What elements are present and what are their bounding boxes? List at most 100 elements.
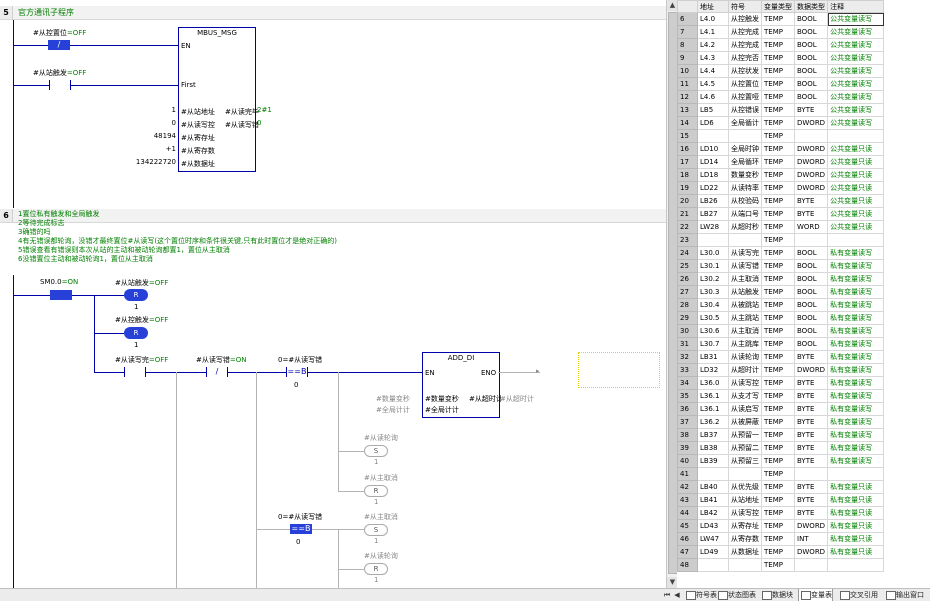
cell-address[interactable]: L4.6 <box>697 90 729 104</box>
cell-var-type[interactable]: TEMP <box>761 246 795 260</box>
cell-address[interactable]: LD32 <box>697 363 729 377</box>
cell-symbol[interactable] <box>728 467 762 481</box>
contact-from-control-set[interactable]: / <box>48 40 70 50</box>
cell-symbol[interactable]: 从优先级 <box>728 480 762 494</box>
cell-address[interactable]: L4.4 <box>697 64 729 78</box>
table-row[interactable]: 7 L4.1 从控完成 TEMP BOOL 公共变量读写 <box>677 25 885 39</box>
cell-data-type[interactable]: BOOL <box>793 324 829 338</box>
row-number[interactable]: 14 <box>677 116 698 130</box>
cell-var-type[interactable]: TEMP <box>761 181 795 195</box>
cell-symbol[interactable]: 从控触发 <box>728 12 762 26</box>
table-row[interactable]: 43 LB41 从站地址 TEMP BYTE 私有变量只读 <box>677 493 885 507</box>
cell-data-type[interactable]: BYTE <box>793 506 829 520</box>
cell-symbol[interactable]: 全局循环 <box>728 155 762 169</box>
cell-data-type[interactable]: BYTE <box>793 428 829 442</box>
cell-comment[interactable]: 私有变量读写 <box>827 337 885 351</box>
cell-comment[interactable]: 私有变量读写 <box>827 259 885 273</box>
row-number[interactable]: 39 <box>677 441 698 455</box>
cell-comment[interactable]: 公共变量读写 <box>827 51 885 65</box>
cell-address[interactable]: LB37 <box>697 428 729 442</box>
row-number[interactable]: 44 <box>677 506 698 520</box>
cell-comment[interactable]: 私有变量只读 <box>827 519 885 533</box>
row-number[interactable]: 12 <box>677 90 698 104</box>
table-row[interactable]: 35 L36.1 从支才写 TEMP BYTE 私有变量读写 <box>677 389 885 403</box>
cell-var-type[interactable]: TEMP <box>761 129 795 143</box>
cell-data-type[interactable]: BOOL <box>793 64 829 78</box>
cell-comment[interactable]: 私有变量读写 <box>827 428 885 442</box>
cell-address[interactable]: L36.1 <box>697 402 729 416</box>
cell-data-type[interactable]: BOOL <box>793 337 829 351</box>
table-row[interactable]: 26 L30.2 从主取消 TEMP BOOL 私有变量读写 <box>677 272 885 286</box>
cell-address[interactable] <box>697 558 729 572</box>
row-number[interactable]: 28 <box>677 298 698 312</box>
row-number[interactable]: 20 <box>677 194 698 208</box>
cell-symbol[interactable]: 从读启写 <box>728 402 762 416</box>
cell-address[interactable]: LB39 <box>697 454 729 468</box>
cell-data-type[interactable]: DWORD <box>793 181 829 195</box>
table-row[interactable]: 11 L4.5 从控置位 TEMP BOOL 公共变量读写 <box>677 77 885 91</box>
cell-data-type[interactable] <box>793 558 829 572</box>
cell-data-type[interactable]: BYTE <box>793 480 829 494</box>
row-number[interactable]: 31 <box>677 337 698 351</box>
tab-variable-table[interactable]: 变量表 <box>798 589 833 601</box>
cell-address[interactable]: LD14 <box>697 155 729 169</box>
cell-address[interactable]: L30.2 <box>697 272 729 286</box>
cell-symbol[interactable]: 从控完否 <box>728 51 762 65</box>
cell-symbol[interactable]: 从控完成 <box>728 38 762 52</box>
cell-address[interactable]: L36.0 <box>697 376 729 390</box>
cell-var-type[interactable]: TEMP <box>761 272 795 286</box>
row-number[interactable]: 10 <box>677 64 698 78</box>
cell-data-type[interactable]: BOOL <box>793 285 829 299</box>
table-row[interactable]: 36 L36.1 从读启写 TEMP BYTE 私有变量读写 <box>677 402 885 416</box>
cell-address[interactable]: LB42 <box>697 506 729 520</box>
table-row[interactable]: 15 TEMP <box>677 129 885 143</box>
cell-address[interactable]: L36.2 <box>697 415 729 429</box>
coil-reset-control-trigger[interactable]: R <box>124 327 148 339</box>
row-number[interactable]: 9 <box>677 51 698 65</box>
table-row[interactable]: 20 LB26 从校验码 TEMP BYTE 公共变量只读 <box>677 194 885 208</box>
cell-address[interactable]: LB5 <box>697 103 729 117</box>
table-row[interactable]: 16 LD10 全局时钟 TEMP DWORD 公共变量只读 <box>677 142 885 156</box>
table-row[interactable]: 33 LD32 从超时计 TEMP DWORD 私有变量读写 <box>677 363 885 377</box>
cell-address[interactable]: L4.1 <box>697 25 729 39</box>
cell-var-type[interactable]: TEMP <box>761 142 795 156</box>
cell-symbol[interactable]: 从控错误 <box>728 103 762 117</box>
table-row[interactable]: 44 LB42 从读写控 TEMP BYTE 私有变量只读 <box>677 506 885 520</box>
table-row[interactable]: 34 L36.0 从读写控 TEMP BYTE 私有变量读写 <box>677 376 885 390</box>
cell-var-type[interactable]: TEMP <box>761 558 795 572</box>
cell-address[interactable]: L30.6 <box>697 324 729 338</box>
cell-data-type[interactable]: BYTE <box>793 350 829 364</box>
cell-data-type[interactable]: BYTE <box>793 389 829 403</box>
cell-data-type[interactable]: BYTE <box>793 441 829 455</box>
table-row[interactable]: 14 LD6 全局循计 TEMP DWORD 公共变量读写 <box>677 116 885 130</box>
row-number[interactable]: 37 <box>677 415 698 429</box>
cell-comment[interactable]: 私有变量只读 <box>827 493 885 507</box>
row-number[interactable]: 19 <box>677 181 698 195</box>
header-address[interactable]: 地址 <box>697 0 729 13</box>
cell-symbol[interactable]: 从被屏蔽 <box>728 415 762 429</box>
cell-symbol[interactable]: 全局时钟 <box>728 142 762 156</box>
cell-address[interactable]: LW28 <box>697 220 729 234</box>
cell-symbol[interactable] <box>728 129 762 143</box>
cell-var-type[interactable]: TEMP <box>761 90 795 104</box>
cell-symbol[interactable]: 从支才写 <box>728 389 762 403</box>
row-number[interactable]: 13 <box>677 103 698 117</box>
cell-var-type[interactable]: TEMP <box>761 194 795 208</box>
cell-var-type[interactable]: TEMP <box>761 207 795 221</box>
cell-comment[interactable]: 私有变量读写 <box>827 246 885 260</box>
table-row[interactable]: 41 TEMP <box>677 467 885 481</box>
cell-comment[interactable]: 私有变量读写 <box>827 441 885 455</box>
cell-symbol[interactable]: 从寄存址 <box>728 519 762 533</box>
row-number[interactable]: 38 <box>677 428 698 442</box>
cell-var-type[interactable]: TEMP <box>761 350 795 364</box>
cell-address[interactable]: L30.3 <box>697 285 729 299</box>
table-row[interactable]: 24 L30.0 从读写完 TEMP BOOL 私有变量读写 <box>677 246 885 260</box>
cell-address[interactable]: LB38 <box>697 441 729 455</box>
cell-address[interactable]: L30.1 <box>697 259 729 273</box>
cell-comment[interactable] <box>827 558 885 572</box>
cell-data-type[interactable]: BOOL <box>793 259 829 273</box>
cell-address[interactable]: LD6 <box>697 116 729 130</box>
table-row[interactable]: 29 L30.5 从主跳站 TEMP BOOL 私有变量读写 <box>677 311 885 325</box>
compare-1-eqb[interactable]: ==B <box>286 367 308 377</box>
cell-symbol[interactable]: 从主取消 <box>728 272 762 286</box>
